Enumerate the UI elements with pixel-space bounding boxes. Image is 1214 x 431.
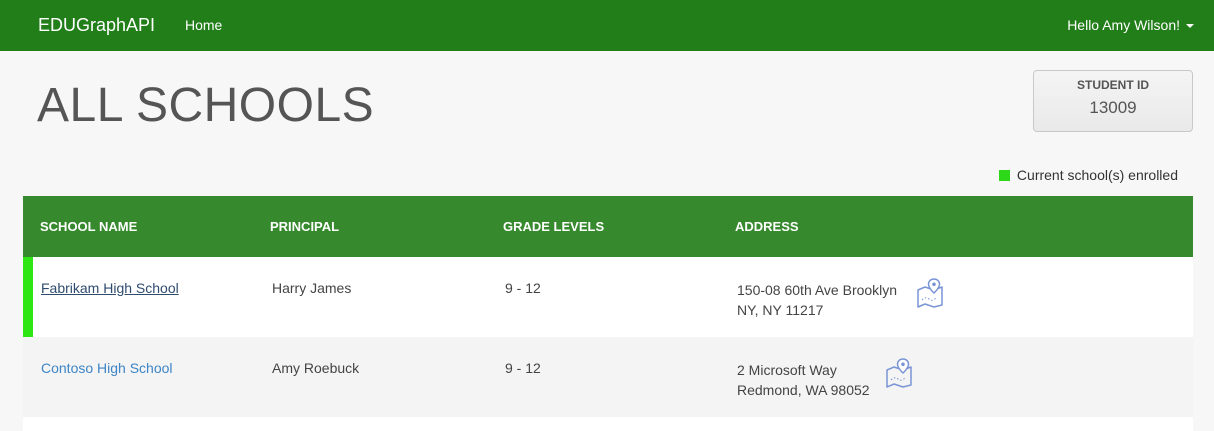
school-name-link[interactable]: Fabrikam High School	[41, 280, 179, 296]
column-header-address: ADDRESS	[735, 219, 799, 234]
column-header-grade-levels: GRADE LEVELS	[503, 219, 605, 234]
column-header-principal: PRINCIPAL	[270, 219, 340, 234]
student-id-value: 13009	[1089, 98, 1137, 117]
table-row-empty	[23, 417, 1193, 431]
principal-name: Harry James	[272, 280, 352, 296]
student-id-card: STUDENT ID 13009	[1033, 70, 1193, 132]
schools-table: SCHOOL NAME PRINCIPAL GRADE LEVELS ADDRE…	[23, 196, 1193, 431]
app-brand[interactable]: EDUGraphAPI	[38, 15, 155, 36]
principal-name: Amy Roebuck	[272, 360, 360, 376]
column-header-school-name: SCHOOL NAME	[40, 219, 138, 234]
user-greeting: Hello Amy Wilson!	[1067, 17, 1180, 33]
school-address: 150-08 60th Ave Brooklyn NY, NY 11217	[737, 280, 897, 320]
address-line1: 150-08 60th Ave Brooklyn	[737, 282, 898, 298]
map-pin-icon[interactable]	[915, 278, 945, 308]
student-id-label: STUDENT ID	[1077, 78, 1149, 92]
address-line2: NY, NY 11217	[737, 302, 824, 318]
table-row: Contoso High School Amy Roebuck 9 - 12 2…	[23, 337, 1193, 417]
enrolled-legend: Current school(s) enrolled	[998, 167, 1178, 183]
nav-home-link[interactable]: Home	[185, 17, 222, 33]
address-line2: Redmond, WA 98052	[737, 382, 870, 398]
user-menu[interactable]: Hello Amy Wilson!	[1067, 17, 1194, 33]
table-row: Fabrikam High School Harry James 9 - 12 …	[23, 257, 1193, 337]
enrolled-indicator	[23, 257, 33, 337]
address-line1: 2 Microsoft Way	[737, 362, 837, 378]
school-address: 2 Microsoft Way Redmond, WA 98052	[737, 360, 870, 400]
grade-levels: 9 - 12	[505, 360, 541, 376]
map-pin-icon[interactable]	[884, 358, 914, 388]
school-name-link[interactable]: Contoso High School	[41, 360, 173, 376]
legend-swatch	[998, 169, 1010, 181]
legend-label: Current school(s) enrolled	[1016, 167, 1178, 183]
top-navbar: EDUGraphAPI Home Hello Amy Wilson!	[0, 0, 1214, 51]
page-title: ALL SCHOOLS	[37, 79, 375, 132]
caret-down-icon	[1186, 24, 1194, 28]
table-header: SCHOOL NAME PRINCIPAL GRADE LEVELS ADDRE…	[23, 196, 1193, 257]
grade-levels: 9 - 12	[505, 280, 541, 296]
